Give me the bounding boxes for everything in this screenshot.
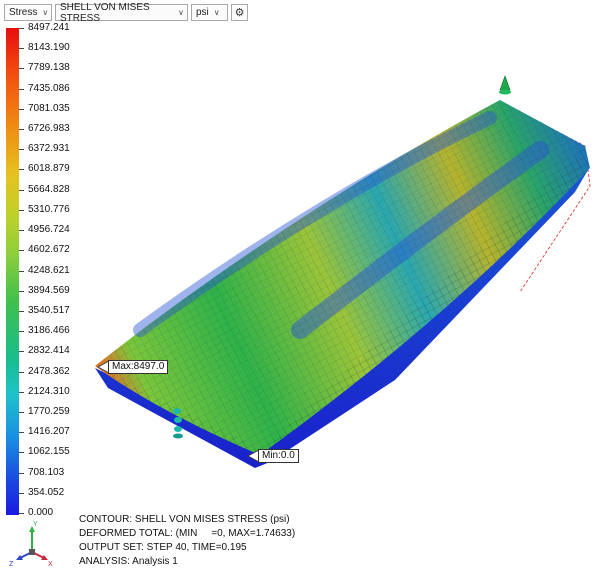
contour-line: CONTOUR: SHELL VON MISES STRESS (psi) <box>79 514 290 525</box>
axis-triad: Y X Z <box>9 521 53 568</box>
triad-x-label: X <box>48 561 53 568</box>
triad-z-label: Z <box>9 561 14 568</box>
result-info: CONTOUR: SHELL VON MISES STRESS (psi) DE… <box>79 513 295 569</box>
max-callout: Max:8497.0 <box>108 360 169 374</box>
min-callout: Min:0.0 <box>258 449 299 463</box>
output-set-line: OUTPUT SET: STEP 40, TIME=0.195 <box>79 542 247 553</box>
callout-pointers <box>97 360 260 463</box>
analysis-line: ANALYSIS: Analysis 1 <box>79 556 178 567</box>
deformed-line: DEFORMED TOTAL: (MIN =0, MAX=1.74633) <box>79 528 296 539</box>
triad-y-label: Y <box>33 521 38 528</box>
